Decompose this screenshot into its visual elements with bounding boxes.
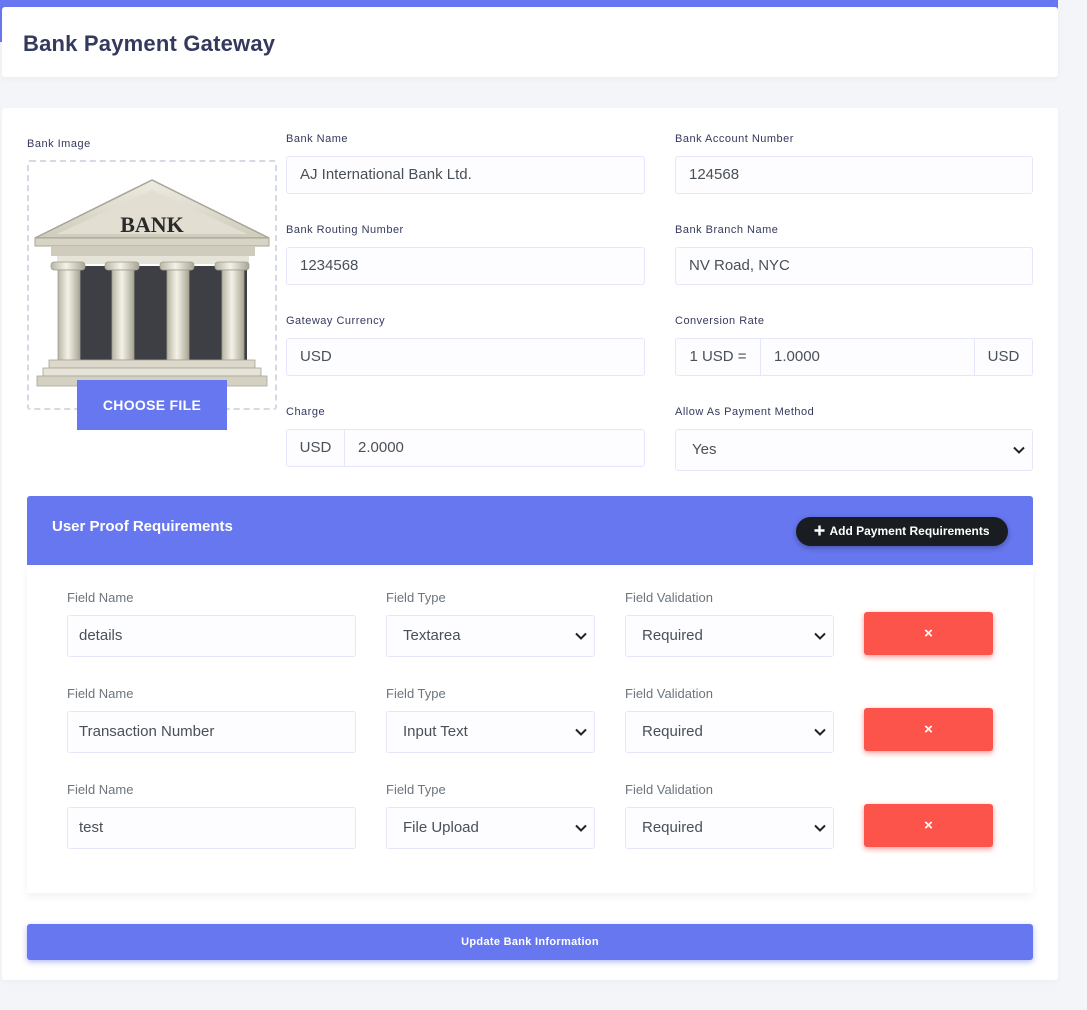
close-icon: ×: [924, 721, 933, 738]
bank-image-label: Bank Image: [27, 138, 91, 150]
field-type-value: File Upload: [403, 819, 479, 836]
charge-label: Charge: [286, 406, 326, 418]
field-type-value: Input Text: [403, 723, 468, 740]
proof-requirements-header: User Proof Requirements Add Payment Requ…: [27, 496, 1033, 565]
field-type-label: Field Type: [386, 686, 446, 701]
conversion-rate-suffix: USD: [974, 338, 1033, 376]
account-number-label: Bank Account Number: [675, 133, 794, 145]
conversion-rate-prefix: 1 USD =: [675, 338, 761, 376]
bank-name-input[interactable]: AJ International Bank Ltd.: [286, 156, 645, 194]
charge-prefix: USD: [286, 429, 345, 467]
page-header: Bank Payment Gateway: [2, 7, 1058, 77]
chevron-down-icon: [1013, 446, 1025, 454]
field-validation-label: Field Validation: [625, 590, 713, 605]
account-number-input[interactable]: 124568: [675, 156, 1033, 194]
branch-name-label: Bank Branch Name: [675, 224, 779, 236]
delete-requirement-button[interactable]: ×: [864, 612, 993, 655]
gateway-currency-label: Gateway Currency: [286, 315, 386, 327]
delete-requirement-button[interactable]: ×: [864, 804, 993, 847]
field-validation-label: Field Validation: [625, 686, 713, 701]
field-type-select[interactable]: File Upload: [386, 807, 595, 849]
field-validation-select[interactable]: Required: [625, 711, 834, 753]
routing-number-label: Bank Routing Number: [286, 224, 404, 236]
field-type-label: Field Type: [386, 590, 446, 605]
conversion-rate-input[interactable]: 1.0000: [760, 338, 975, 376]
field-validation-value: Required: [642, 819, 703, 836]
close-icon: ×: [924, 625, 933, 642]
field-name-input[interactable]: test: [67, 807, 356, 849]
bank-image-preview: BANK: [27, 160, 277, 410]
plus-icon: [814, 525, 825, 536]
chevron-down-icon: [814, 632, 826, 640]
add-payment-requirements-label: Add Payment Requirements: [829, 524, 990, 538]
field-type-select[interactable]: Input Text: [386, 711, 595, 753]
field-name-label: Field Name: [67, 686, 134, 701]
choose-file-button[interactable]: CHOOSE FILE: [77, 380, 227, 430]
conversion-rate-label: Conversion Rate: [675, 315, 765, 327]
chevron-down-icon: [814, 728, 826, 736]
field-type-select[interactable]: Textarea: [386, 615, 595, 657]
charge-input[interactable]: 2.0000: [344, 429, 645, 467]
field-validation-label: Field Validation: [625, 782, 713, 797]
bank-building-icon: BANK: [34, 179, 270, 387]
field-name-input[interactable]: Transaction Number: [67, 711, 356, 753]
field-validation-value: Required: [642, 627, 703, 644]
chevron-down-icon: [575, 632, 587, 640]
allow-payment-value: Yes: [692, 441, 717, 458]
branch-name-input[interactable]: NV Road, NYC: [675, 247, 1033, 285]
field-type-value: Textarea: [403, 627, 461, 644]
field-name-label: Field Name: [67, 590, 134, 605]
chevron-down-icon: [575, 824, 587, 832]
chevron-down-icon: [575, 728, 587, 736]
add-payment-requirements-button[interactable]: Add Payment Requirements: [796, 517, 1008, 546]
allow-payment-select[interactable]: Yes: [675, 429, 1033, 471]
field-name-label: Field Name: [67, 782, 134, 797]
allow-payment-label: Allow As Payment Method: [675, 406, 815, 418]
page-title: Bank Payment Gateway: [23, 31, 276, 56]
chevron-down-icon: [814, 824, 826, 832]
close-icon: ×: [924, 817, 933, 834]
routing-number-input[interactable]: 1234568: [286, 247, 645, 285]
bank-image-text: BANK: [120, 212, 184, 237]
field-validation-select[interactable]: Required: [625, 807, 834, 849]
proof-requirements-title: User Proof Requirements: [52, 518, 233, 535]
field-name-input[interactable]: details: [67, 615, 356, 657]
update-bank-information-button[interactable]: Update Bank Information: [27, 924, 1033, 960]
field-validation-value: Required: [642, 723, 703, 740]
bank-name-label: Bank Name: [286, 133, 348, 145]
field-type-label: Field Type: [386, 782, 446, 797]
gateway-currency-input[interactable]: USD: [286, 338, 645, 376]
delete-requirement-button[interactable]: ×: [864, 708, 993, 751]
field-validation-select[interactable]: Required: [625, 615, 834, 657]
